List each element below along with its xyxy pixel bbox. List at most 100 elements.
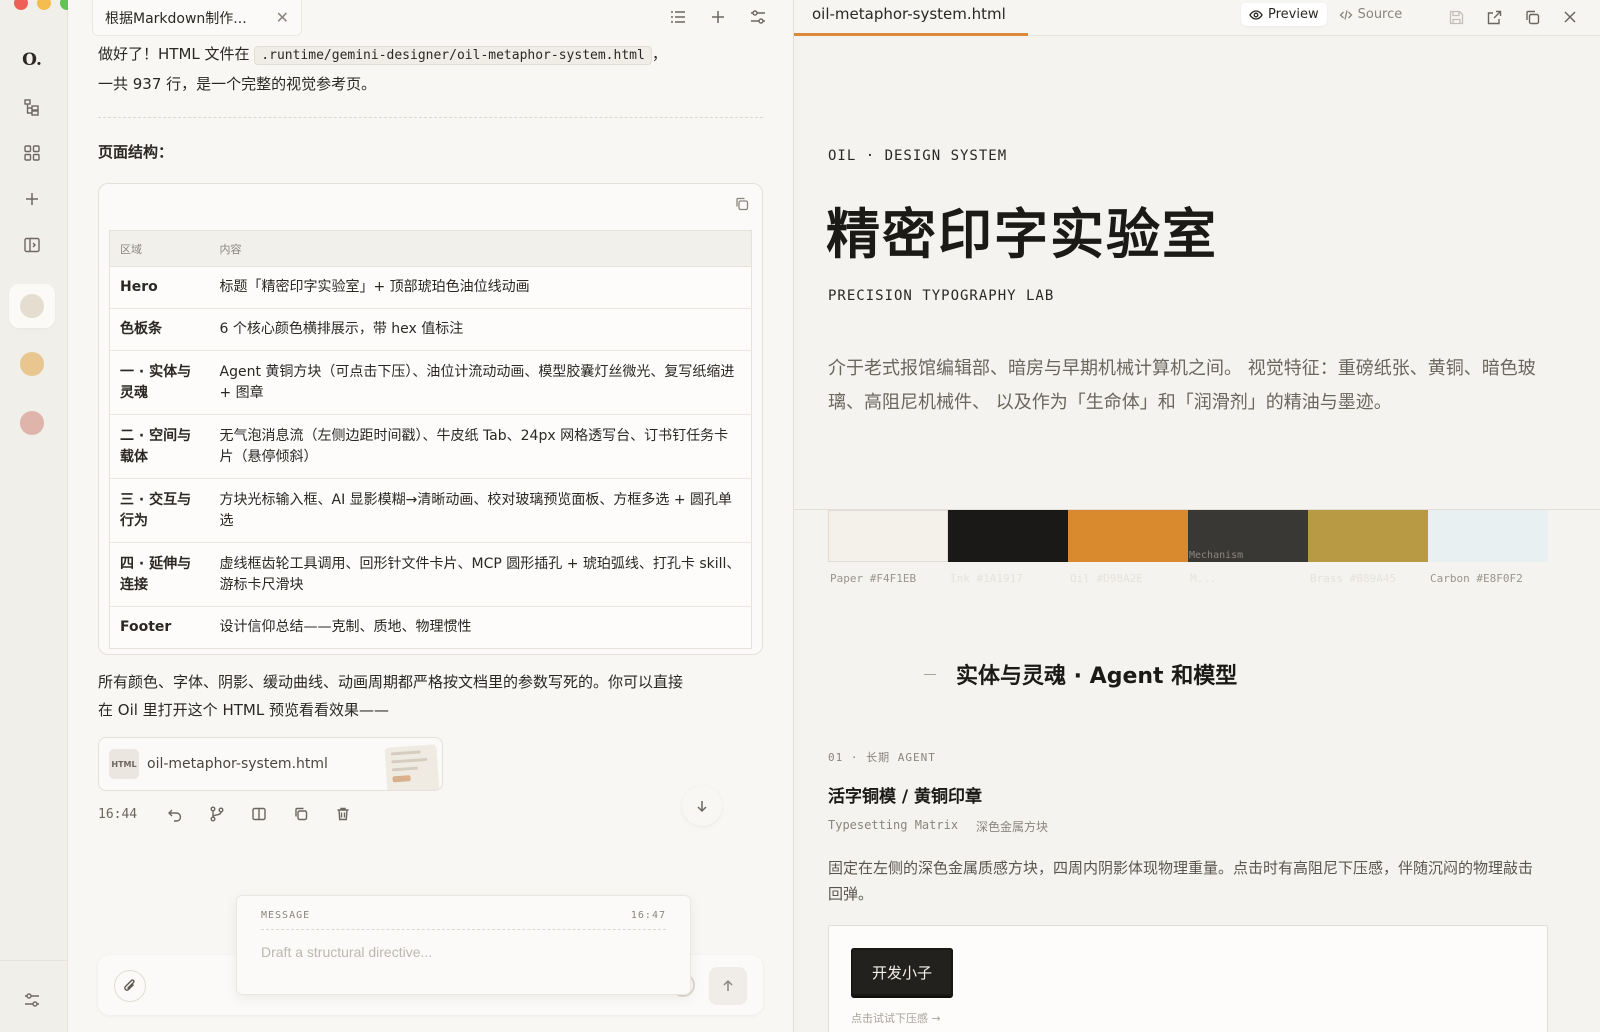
delete-message-button[interactable] — [322, 806, 364, 822]
branch-icon — [210, 806, 224, 822]
attach-button[interactable] — [114, 970, 146, 1002]
html-preview-pane: oil-metaphor-system.html Preview Source — [793, 0, 1600, 1032]
arrow-down-icon — [697, 801, 707, 813]
table-cell-area: 色板条 — [109, 308, 210, 351]
agent-matrix-button[interactable]: 开发小子 — [851, 948, 953, 996]
palette-swatch: Paper #F4F1EB — [828, 510, 948, 585]
attached-file-card[interactable]: HTML oil-metaphor-system.html — [98, 737, 443, 791]
assistant-message-intro: 做好了！HTML 文件在 .runtime/gemini-designer/oi… — [98, 40, 667, 98]
preview-actions — [1443, 4, 1583, 30]
workspace-avatar-3[interactable] — [9, 401, 55, 445]
table-row: Footer 设计信仰总结——克制、质地、物理惯性 — [110, 607, 752, 649]
external-link-icon — [1487, 10, 1501, 24]
intro-prefix: 做好了！HTML 文件在 — [98, 45, 250, 63]
chat-settings-button[interactable] — [745, 4, 771, 30]
new-chat-button[interactable] — [705, 4, 731, 30]
hero-kicker: OIL · DESIGN SYSTEM — [828, 148, 1008, 164]
grid-view-button[interactable] — [14, 135, 50, 171]
close-tab-icon[interactable]: ✕ — [276, 8, 289, 27]
preview-file-tab[interactable]: oil-metaphor-system.html — [812, 5, 1006, 23]
demo-box: 开发小子 点击试试下压感 → — [828, 925, 1548, 1032]
hero-subtitle: PRECISION TYPOGRAPHY LAB — [828, 288, 1055, 304]
avatar — [20, 411, 44, 435]
paperclip-icon — [124, 979, 135, 991]
table-cell-area: 二 · 空间与载体 — [109, 414, 210, 479]
close-preview-button[interactable] — [1557, 4, 1583, 30]
section-heading: 实体与灵魂 · Agent 和模型 — [924, 658, 1237, 690]
outline-button[interactable] — [665, 4, 691, 30]
file-name: oil-metaphor-system.html — [147, 756, 328, 772]
arrow-up-icon — [723, 979, 733, 991]
avatar — [20, 352, 44, 376]
message-input[interactable] — [261, 944, 666, 960]
save-button[interactable] — [1443, 4, 1469, 30]
table-cell-content: 无气泡消息流（左侧边距时间戳）、牛皮纸 Tab、24px 网格透写台、订书钉任务… — [209, 414, 752, 479]
hero-description: 介于老式报馆编辑部、暗房与早期机械计算机之间。 视觉特征：重磅纸张、黄铜、暗色玻… — [828, 358, 1536, 413]
table-cell-area: 四 · 延伸与连接 — [109, 542, 210, 607]
source-mode-button[interactable]: Source — [1331, 3, 1411, 26]
duplicate-button[interactable] — [1519, 4, 1545, 30]
item-tags: Typesetting Matrix 深色金属方块 — [828, 818, 1048, 835]
color-palette-strip: Paper #F4F1EB Ink #1A1917 Oil #D98A2E Me… — [828, 510, 1548, 585]
message-actions: 16:44 — [98, 806, 364, 822]
column-header-content: 内容 — [209, 230, 752, 267]
table-cell-area: Footer — [120, 619, 172, 635]
close-window-button[interactable] — [14, 0, 28, 10]
new-item-button[interactable] — [14, 181, 50, 217]
section-title: 实体与灵魂 · Agent 和模型 — [956, 664, 1238, 689]
table-row: 四 · 延伸与连接 虚线框齿轮工具调用、回形针文件卡片、MCP 圆形插孔 + 琥… — [109, 542, 752, 607]
assistant-message-closing: 所有颜色、字体、阴影、缓动曲线、动画周期都严格按文档里的参数写死的。你可以直接 … — [98, 668, 683, 724]
undo-button[interactable] — [154, 806, 196, 822]
table-cell-area: 一 · 实体与灵魂 — [109, 350, 210, 415]
trash-icon — [337, 807, 349, 821]
copy-icon — [736, 197, 749, 211]
preview-toolbar: oil-metaphor-system.html Preview Source — [794, 0, 1600, 36]
palette-swatch: Carbon #E8F0F2 — [1428, 510, 1548, 585]
app-logo[interactable]: O. — [14, 42, 50, 78]
message-draft-card: MESSAGE 16:47 — [236, 895, 691, 995]
copy-message-button[interactable] — [280, 806, 322, 822]
preview-mode-button[interactable]: Preview — [1241, 3, 1327, 26]
swatch-chip — [1308, 510, 1428, 562]
file-path-code: .runtime/gemini-designer/oil-metaphor-sy… — [254, 46, 652, 65]
workspace-avatar-2[interactable] — [9, 342, 55, 386]
sliders-icon — [751, 10, 765, 24]
swatch-chip — [828, 510, 948, 562]
structure-table-card: 区域 内容 Hero 标题「精密印字实验室」+ 顶部琥珀色油位线动画 色板条 6… — [98, 183, 763, 655]
table-cell-area: Hero — [109, 266, 210, 309]
swatch-label: Oil #D98A2E — [1070, 572, 1143, 585]
table-header-row: 区域 内容 — [109, 230, 752, 267]
copy-table-button[interactable] — [734, 196, 750, 216]
split-view-button[interactable] — [238, 806, 280, 822]
left-rail: O. — [0, 0, 74, 1032]
app-logo-text: O. — [22, 50, 42, 70]
draft-header: MESSAGE 16:47 — [261, 910, 666, 930]
item-tag-cn: 深色金属方块 — [976, 820, 1049, 834]
view-mode-toggle: Preview Source — [1241, 3, 1410, 26]
active-tab-indicator — [794, 33, 1028, 36]
copy-icon — [295, 807, 308, 821]
swatch-label: Paper #F4F1EB — [830, 572, 917, 585]
conversation-tab[interactable]: 根据Markdown制作... ✕ — [92, 0, 302, 36]
sidebar-panel-icon — [24, 237, 40, 253]
conversation-tab-title: 根据Markdown制作... — [105, 10, 247, 27]
table-row: 二 · 空间与载体 无气泡消息流（左侧边距时间戳）、牛皮纸 Tab、24px 网… — [109, 414, 752, 479]
copy-icon — [1525, 10, 1539, 24]
tree-view-button[interactable] — [14, 89, 50, 125]
workspace-avatar-1[interactable] — [9, 284, 55, 328]
table-cell-content: Agent 黄铜方块（可点击下压）、油位计流动动画、模型胶囊灯丝微光、复写纸缩进… — [209, 350, 752, 415]
minimize-window-button[interactable] — [37, 0, 51, 10]
item-description: 固定在左侧的深色金属质感方块，四周内阴影体现物理重量。点击时有高阻尼下压感，伴随… — [828, 859, 1534, 903]
send-button[interactable] — [709, 967, 747, 1005]
grid-icon — [24, 145, 40, 161]
plus-icon — [26, 193, 38, 205]
scroll-to-bottom-button[interactable] — [682, 786, 722, 826]
open-external-button[interactable] — [1481, 4, 1507, 30]
swatch-label: Carbon #E8F0F2 — [1430, 572, 1523, 585]
file-type-badge: HTML — [109, 749, 139, 779]
branch-button[interactable] — [196, 806, 238, 822]
save-icon — [1449, 10, 1463, 24]
toggle-panel-button[interactable] — [14, 227, 50, 263]
table-row: 一 · 实体与灵魂 Agent 黄铜方块（可点击下压）、油位计流动动画、模型胶囊… — [109, 350, 752, 415]
settings-button[interactable] — [14, 982, 50, 1018]
